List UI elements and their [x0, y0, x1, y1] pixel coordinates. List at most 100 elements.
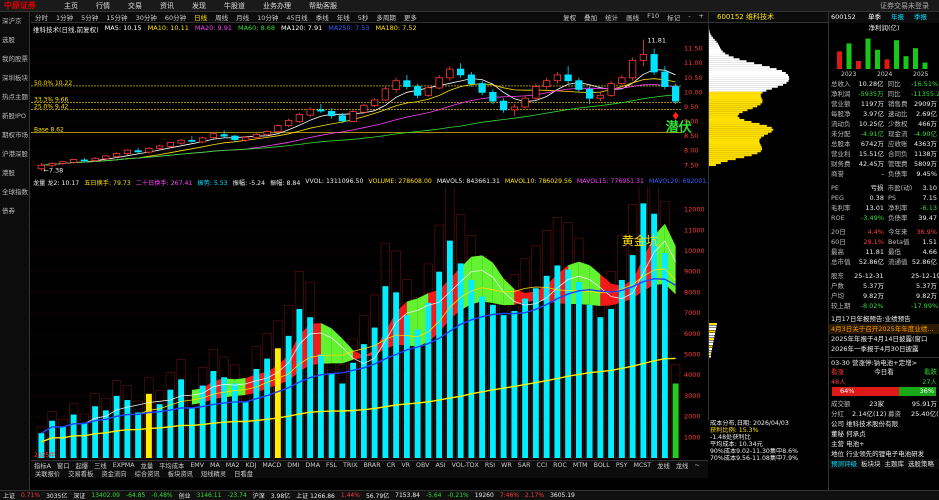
period-tab-8[interactable]: 月线 — [232, 12, 253, 22]
toolbar-btn-6[interactable]: - — [684, 12, 694, 22]
indicator-tab-2[interactable]: 起爆 — [73, 461, 92, 470]
menu-item-2[interactable]: 交易 — [119, 1, 151, 11]
indicator-tab-15[interactable]: TRIX — [340, 462, 360, 469]
sidebar-item-3[interactable]: 深圳板块 — [0, 69, 29, 88]
indicator-tab-0[interactable]: 指标A — [31, 461, 54, 470]
indicator-tab-31[interactable]: 龙线 — [654, 461, 673, 470]
rp-bottom-tab-0[interactable]: 预测评级 — [831, 459, 857, 469]
notice-link[interactable]: 03-30 营涨停:钠电池+定增> — [829, 357, 939, 367]
sidebar-item-10[interactable]: 债券 — [0, 202, 29, 221]
volume-bar[interactable] — [360, 344, 367, 458]
volume-bar[interactable] — [608, 308, 615, 458]
period-tab-14[interactable]: 多周期 — [372, 12, 400, 22]
indicator-tab-22[interactable]: RSI — [482, 462, 498, 469]
rp-tab-0[interactable]: 单季 — [863, 12, 886, 23]
volume-bar[interactable] — [92, 406, 99, 458]
toolbar-btn-5[interactable]: 标记 — [663, 12, 684, 22]
volume-bar[interactable] — [328, 373, 335, 458]
volume-bar[interactable] — [81, 422, 88, 458]
volume-bar[interactable] — [565, 269, 572, 458]
menu-item-5[interactable]: 牛股道 — [215, 1, 254, 11]
news-item[interactable]: 2026年一季报于4月30日披露 — [829, 344, 939, 354]
rp-tab-2[interactable]: 季报 — [909, 12, 932, 23]
volume-bar[interactable] — [339, 383, 346, 458]
info-tab-1[interactable]: 交易看板 — [64, 469, 97, 478]
indicator-tab-29[interactable]: PSY — [613, 462, 631, 469]
rp-tab-1[interactable]: 年报 — [886, 12, 909, 23]
volume-bar[interactable] — [403, 315, 410, 458]
period-tab-0[interactable]: 分时 — [31, 12, 52, 22]
volume-bar[interactable] — [135, 412, 142, 458]
volume-bar[interactable] — [393, 292, 400, 458]
sidebar-item-5[interactable]: 新股IPO — [0, 107, 29, 126]
volume-bar[interactable] — [221, 377, 228, 458]
indicator-tab-10[interactable]: KDJ — [243, 462, 260, 469]
volume-bar[interactable] — [285, 335, 292, 458]
period-tab-1[interactable]: 1分钟 — [52, 12, 77, 22]
indicator-tab-5[interactable]: 龙量 — [138, 461, 157, 470]
sidebar-item-9[interactable]: 全球指数 — [0, 183, 29, 202]
volume-bar[interactable] — [242, 402, 249, 458]
period-tab-2[interactable]: 5分钟 — [77, 12, 102, 22]
indicator-tab-17[interactable]: CR — [384, 462, 399, 469]
indicator-tab-14[interactable]: FSL — [323, 462, 340, 469]
sidebar-item-7[interactable]: 沪港深股 — [0, 145, 29, 164]
volume-bar[interactable] — [554, 265, 561, 458]
volume-bar[interactable] — [672, 383, 679, 458]
volume-chart[interactable]: 12000 11000 10000 9000 8000 7000 6000 5000 4000 3… — [31, 187, 708, 460]
vote-down-label[interactable]: 看跌 — [924, 367, 937, 377]
volume-bar[interactable] — [317, 354, 324, 458]
period-tab-5[interactable]: 60分钟 — [161, 12, 190, 22]
sidebar-item-2[interactable]: 我的股票 — [0, 50, 29, 69]
period-tab-6[interactable]: 日线 — [190, 12, 211, 22]
volume-bar[interactable] — [468, 279, 475, 458]
volume-bar[interactable] — [199, 385, 206, 458]
rp-bottom-tab-3[interactable]: 选股策略 — [908, 459, 934, 469]
indicator-tab-12[interactable]: DMI — [284, 462, 302, 469]
volume-bar[interactable] — [532, 288, 539, 458]
indicator-tab-19[interactable]: OBV — [413, 462, 432, 469]
menu-item-1[interactable]: 行情 — [87, 1, 119, 11]
volume-bar[interactable] — [575, 282, 582, 458]
volume-bar[interactable] — [307, 317, 314, 458]
toolbar-btn-7[interactable]: + — [695, 12, 708, 22]
indicator-tab-4[interactable]: EXPMA — [110, 462, 138, 469]
candle[interactable] — [349, 109, 357, 123]
sidebar-item-1[interactable]: 选股 — [0, 31, 29, 50]
volume-bar[interactable] — [457, 263, 464, 458]
toolbar-btn-3[interactable]: 画线 — [622, 12, 643, 22]
volume-bar[interactable] — [479, 296, 486, 458]
volume-bar[interactable] — [500, 315, 507, 458]
toolbar-btn-0[interactable]: 复权 — [559, 12, 580, 22]
volume-bar[interactable] — [586, 304, 593, 458]
period-tab-15[interactable]: 更多 — [400, 12, 421, 22]
indicator-tab-24[interactable]: SAR — [515, 462, 534, 469]
menu-item-6[interactable]: 业务办理 — [254, 1, 300, 11]
volume-bar[interactable] — [274, 348, 281, 458]
period-tab-12[interactable]: 年线 — [333, 12, 354, 22]
period-tab-10[interactable]: 45日线 — [282, 12, 311, 22]
info-tab-6[interactable]: 日看盘 — [230, 469, 257, 478]
menu-item-7[interactable]: 帮助客服 — [300, 1, 346, 11]
candle[interactable] — [381, 86, 389, 102]
news-item[interactable]: 4月3日关于召开2025年年度业绩... — [829, 324, 939, 334]
period-tab-9[interactable]: 10分钟 — [253, 12, 282, 22]
volume-bar[interactable] — [382, 286, 389, 458]
volume-bar[interactable] — [145, 393, 152, 458]
period-tab-11[interactable]: 季线 — [312, 12, 333, 22]
indicator-tab-18[interactable]: VR — [398, 462, 413, 469]
candle[interactable] — [424, 86, 432, 97]
period-tab-7[interactable]: 周线 — [211, 12, 232, 22]
sidebar-item-6[interactable]: 期权市场 — [0, 126, 29, 145]
period-tab-4[interactable]: 30分钟 — [132, 12, 161, 22]
indicator-tab-21[interactable]: VOL-TDX — [449, 462, 482, 469]
indicator-tab-8[interactable]: MA — [207, 462, 223, 469]
vote-up-label[interactable]: 看涨 — [831, 367, 844, 377]
volume-bar[interactable] — [489, 304, 496, 458]
volume-bar[interactable] — [188, 408, 195, 458]
volume-bar[interactable] — [102, 410, 109, 458]
news-item[interactable]: 1月17日年报预告:业绩预告 — [829, 314, 939, 324]
menu-item-0[interactable]: 主页 — [55, 1, 87, 11]
menu-item-3[interactable]: 资讯 — [151, 1, 183, 11]
menu-item-4[interactable]: 发现 — [183, 1, 215, 11]
